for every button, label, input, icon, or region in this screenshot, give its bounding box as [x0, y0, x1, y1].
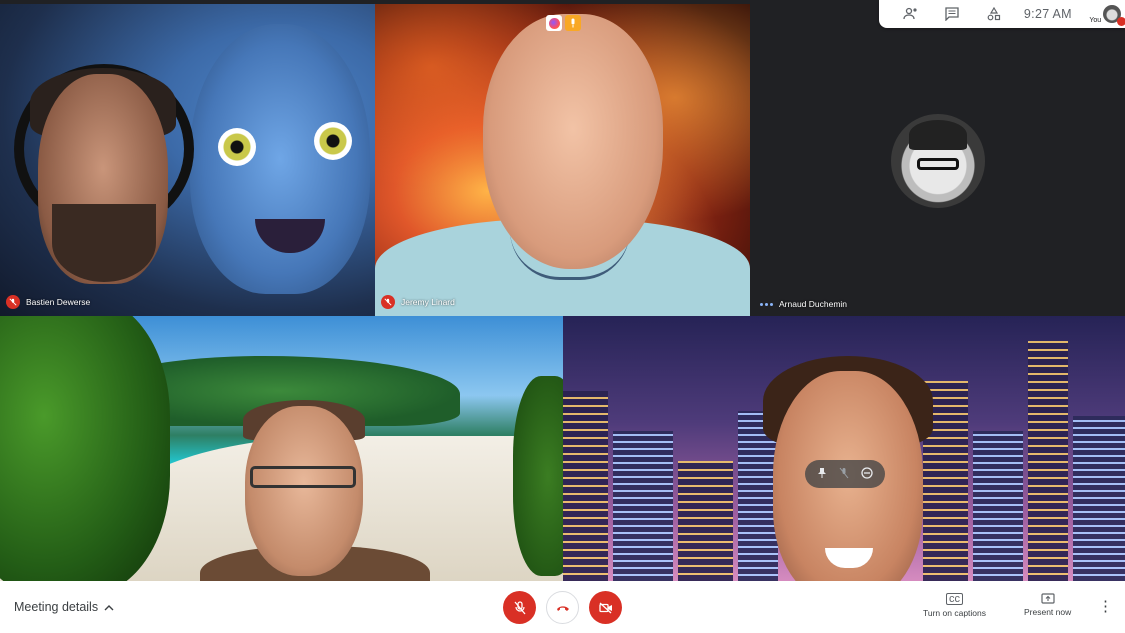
participant-face [245, 406, 363, 576]
audio-dots-icon [760, 302, 773, 306]
chat-icon[interactable] [935, 0, 971, 28]
participant-name: Bastien Dewerse [26, 297, 91, 307]
participant-glasses [250, 466, 356, 488]
mic-off-icon [514, 600, 525, 614]
participant-name: Arnaud Duchemin [779, 299, 848, 309]
building [1028, 341, 1068, 581]
hang-up-icon [556, 605, 569, 611]
mic-icon[interactable] [839, 467, 849, 482]
participant-name-tag: Bastien Dewerse [6, 295, 90, 309]
participant-name: Jeremy Linard [401, 297, 455, 307]
mic-off-icon [381, 295, 395, 309]
present-now-button[interactable]: Present now [1024, 593, 1071, 617]
participant-avatar [891, 114, 985, 208]
more-options-icon[interactable]: ⋮ [1098, 597, 1113, 615]
video-tile-city[interactable] [563, 316, 1125, 581]
closed-captions-icon: cc [946, 593, 963, 605]
avatar-filter-face [190, 24, 370, 294]
bottom-control-bar: Meeting details cc Turn on captions Pres… [0, 581, 1125, 633]
building [613, 431, 673, 581]
remove-icon[interactable] [861, 466, 873, 482]
video-tile-beach[interactable] [0, 316, 563, 581]
filter-eye [314, 122, 352, 160]
video-tile-bastien[interactable]: Bastien Dewerse [0, 4, 375, 316]
building [973, 431, 1023, 581]
video-grid: Bastien Dewerse Jeremy Linard Arnaud Duc… [0, 0, 1125, 581]
video-tile-arnaud[interactable]: Arnaud Duchemin [750, 4, 1125, 316]
leave-call-button[interactable] [546, 591, 579, 624]
chevron-up-icon [104, 604, 114, 610]
present-label: Present now [1024, 607, 1072, 617]
captions-button[interactable]: cc Turn on captions [923, 593, 986, 618]
meeting-details-button[interactable]: Meeting details [14, 600, 114, 614]
activities-icon[interactable] [976, 0, 1012, 28]
building [1073, 416, 1125, 581]
firefox-icon [546, 15, 562, 31]
participant-face [483, 14, 663, 269]
filter-eye [218, 128, 256, 166]
video-tile-jeremy[interactable]: Jeremy Linard [375, 4, 750, 316]
pin-icon[interactable] [817, 467, 827, 482]
building [563, 391, 608, 581]
participant-name-tag: Arnaud Duchemin [760, 299, 847, 309]
top-info-bar: 9:27 AM You [879, 0, 1125, 28]
people-icon[interactable] [893, 0, 929, 28]
tile-hover-actions [805, 460, 885, 488]
microphone-toggle-button[interactable] [503, 591, 536, 624]
mic-off-icon [6, 295, 20, 309]
avatar-hair [909, 120, 967, 150]
palm-tree [513, 376, 563, 576]
microphone-indicator-icon [565, 15, 581, 31]
avatar-glasses [917, 158, 959, 170]
self-view[interactable]: You [1089, 0, 1125, 28]
camera-toggle-button[interactable] [589, 591, 622, 624]
browser-indicators [546, 15, 581, 31]
present-screen-icon [1041, 593, 1055, 604]
self-label: You [1089, 17, 1102, 24]
participant-name-tag: Jeremy Linard [381, 295, 455, 309]
captions-label: Turn on captions [923, 608, 986, 618]
clock: 9:27 AM [1023, 7, 1072, 21]
camera-off-icon [598, 602, 612, 613]
participant-beard [52, 204, 156, 282]
mic-off-icon [1117, 17, 1125, 26]
palm-tree [0, 316, 170, 581]
building [678, 461, 733, 581]
call-controls [503, 591, 622, 624]
meeting-details-label: Meeting details [14, 600, 99, 614]
